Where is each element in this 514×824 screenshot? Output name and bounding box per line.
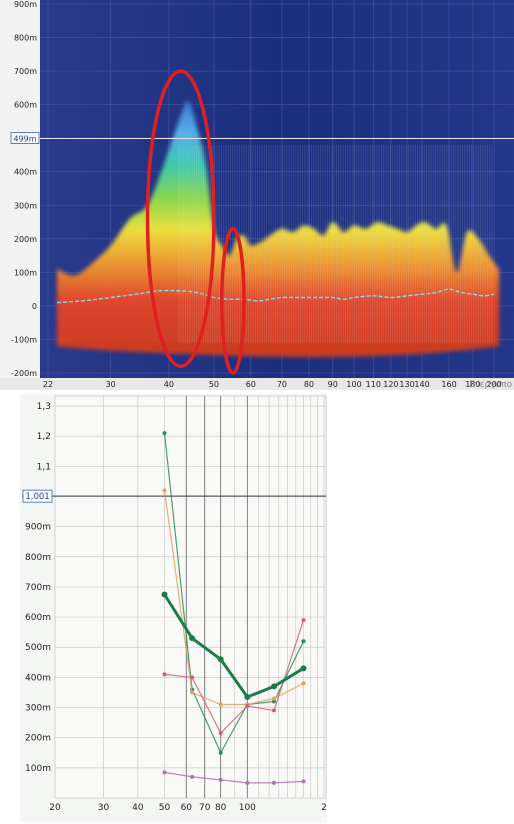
series-point bbox=[189, 635, 196, 642]
x-tick-label: 140 bbox=[414, 380, 429, 389]
series-point bbox=[162, 672, 167, 677]
x-tick-label: 100 bbox=[239, 803, 256, 813]
y-tick-label: 700m bbox=[25, 583, 51, 593]
line-chart: 100m 200m 300m 400m 500m 600m 700m 800m 900m 1,1 1… bbox=[20, 394, 327, 822]
x-tick-label: 70 bbox=[277, 380, 287, 389]
series-point bbox=[271, 683, 278, 690]
y-tick-label: 800m bbox=[25, 553, 51, 563]
y-tick-label: 800m bbox=[14, 34, 37, 43]
y-tick-label: 600m bbox=[25, 613, 51, 623]
series-point bbox=[301, 681, 306, 686]
series-point bbox=[162, 431, 167, 436]
x-tick-label: 30 bbox=[98, 803, 110, 813]
x-tick-label: 80 bbox=[304, 380, 314, 389]
y-tick-label: 1,3 bbox=[37, 402, 51, 412]
x-tick-label: 160 bbox=[441, 380, 456, 389]
series-point bbox=[217, 656, 224, 663]
x-tick-label: 50 bbox=[159, 803, 171, 813]
y-tick-label: 100m bbox=[14, 268, 37, 277]
series-point bbox=[162, 770, 167, 775]
x-tick-label: 90 bbox=[328, 380, 338, 389]
y-tick-label: 200m bbox=[14, 235, 37, 244]
series-point bbox=[301, 618, 306, 623]
series-point bbox=[218, 777, 223, 782]
y-tick-label: 600m bbox=[14, 101, 37, 110]
series-point bbox=[190, 774, 195, 779]
y-tick-label: -200m bbox=[11, 369, 37, 378]
series-point bbox=[162, 488, 167, 493]
watermark-text: Ενεργοπο bbox=[469, 380, 513, 390]
y-tick-label: 400m bbox=[25, 673, 51, 683]
x-tick-label: 110 bbox=[366, 380, 381, 389]
y-tick-label: 1,1 bbox=[37, 462, 51, 472]
cursor-value-label: 1,001 bbox=[25, 492, 49, 502]
x-tick-label: 100 bbox=[346, 380, 361, 389]
y-tick-label: 100m bbox=[25, 764, 51, 774]
x-tick-label: 70 bbox=[199, 803, 211, 813]
y-tick-label: -100m bbox=[11, 335, 37, 344]
x-tick-label: 20 bbox=[49, 803, 61, 813]
series-point bbox=[190, 690, 195, 695]
series-point bbox=[218, 702, 223, 707]
x-tick-label: 30 bbox=[106, 380, 116, 389]
series-point bbox=[245, 704, 250, 709]
series-point bbox=[301, 779, 306, 784]
series-point bbox=[218, 731, 223, 736]
x-tick-label: 60 bbox=[181, 803, 193, 813]
series-point bbox=[245, 780, 250, 785]
y-tick-label: 700m bbox=[14, 67, 37, 76]
figure: -200m -100m 0 100m 200m 300m 400m 500m 600m 700m 8… bbox=[0, 0, 514, 824]
y-tick-label: 300m bbox=[25, 704, 51, 714]
series-point bbox=[300, 665, 307, 672]
x-tick-label: 2 bbox=[321, 803, 327, 813]
y-tick-label: 400m bbox=[14, 168, 37, 177]
y-tick-label: 300m bbox=[14, 201, 37, 210]
series-point bbox=[190, 675, 195, 680]
y-tick-label: 500m bbox=[25, 643, 51, 653]
x-tick-label: 40 bbox=[132, 803, 144, 813]
x-tick-label: 40 bbox=[164, 380, 174, 389]
x-tick-label: 130 bbox=[399, 380, 414, 389]
x-tick-label: 22 bbox=[43, 380, 53, 389]
y-tick-label: 200m bbox=[25, 734, 51, 744]
cursor-value-label: 499m bbox=[13, 135, 36, 144]
series-point bbox=[272, 696, 277, 701]
series-point bbox=[272, 780, 277, 785]
x-tick-label: 50 bbox=[209, 380, 219, 389]
y-tick-label: 900m bbox=[14, 0, 37, 9]
waterfall-heatmap-chart: -200m-100m0100m200m300m400m500m600m700m8… bbox=[0, 0, 514, 390]
y-tick-label: 900m bbox=[25, 523, 51, 533]
y-tick-label: 0 bbox=[32, 302, 37, 311]
series-point bbox=[272, 708, 277, 713]
series-point bbox=[301, 639, 306, 644]
series-point bbox=[161, 591, 168, 598]
x-tick-label: 60 bbox=[246, 380, 256, 389]
x-tick-label: 120 bbox=[383, 380, 398, 389]
series-point bbox=[218, 750, 223, 755]
x-tick-label: 80 bbox=[215, 803, 227, 813]
top-x-axis-band bbox=[0, 378, 514, 390]
series-point bbox=[244, 693, 251, 700]
y-tick-label: 1,2 bbox=[37, 432, 51, 442]
